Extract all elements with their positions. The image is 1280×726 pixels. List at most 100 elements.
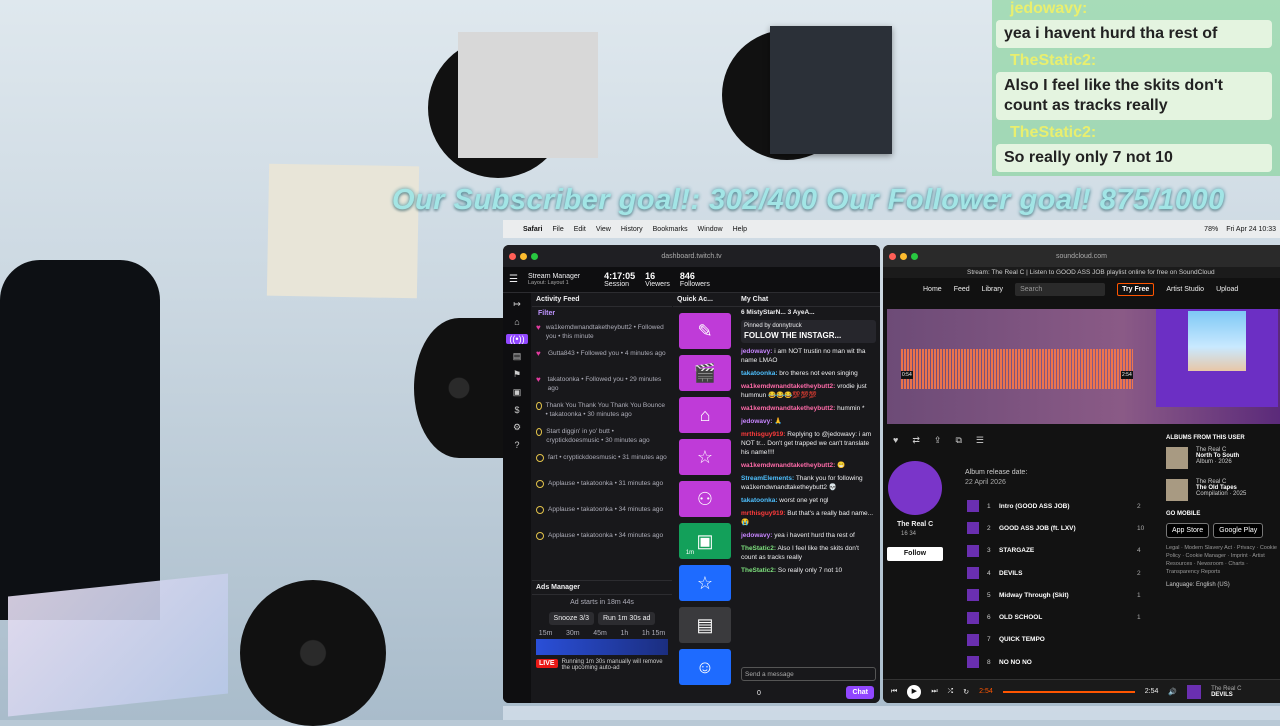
add-friend-quick-action[interactable]: ⚇ [679,481,731,517]
language[interactable]: Language: English (US) [1166,582,1280,588]
menu-item[interactable]: Bookmarks [653,226,688,233]
volume-icon[interactable]: 🔊 [1168,688,1177,696]
chat-username[interactable]: wa1kemdwnandtaketheybutt2: [741,383,835,390]
monetization-icon[interactable]: $ [514,405,519,415]
chat-message[interactable]: mrthisguy919: Replying to @jedowavy: i a… [737,428,880,459]
edit-quick-action[interactable]: ✎ [679,313,731,349]
track-title[interactable]: QUICK TEMPO [999,636,1137,643]
try-free-button[interactable]: Try Free [1117,282,1155,296]
google-play-button[interactable]: Google Play [1213,523,1264,538]
track-row[interactable]: 5 Midway Through (Skit) 1 [887,584,1157,606]
browser-tab[interactable]: Stream: The Real C | Listen to GOOD ASS … [883,267,1280,278]
content-icon[interactable]: ▣ [513,387,522,398]
chat-button[interactable]: Chat [846,686,874,699]
list-item[interactable]: Applause • takatoonka • 34 minutes ago [532,502,672,528]
list-item[interactable]: Start diggin' in yo' butt • cryptickdoes… [532,424,672,450]
settings-icon[interactable]: ⚙ [513,422,521,433]
chat-username[interactable]: TheStatic2: [741,567,776,574]
list-item[interactable]: Applause • takatoonka • 31 minutes ago [532,476,672,502]
chat-input[interactable]: Send a message [741,667,876,681]
list-item[interactable]: ♥ wa1kemdwnandtaketheybutt2 • Followed yo… [532,320,672,346]
track-title[interactable]: STARGAZE [999,547,1137,554]
chat-message[interactable]: jedowavy: 🙏 [737,415,880,428]
chat-message[interactable]: StreamElements: Thank you for following … [737,472,880,494]
album-item[interactable]: The Real C The Old Tapes Compilation · 202… [1166,479,1280,501]
track-row[interactable]: 3 STARGAZE 4 [887,540,1157,562]
star-quick-action[interactable]: ☆ [679,439,731,475]
chat-message[interactable]: mrthisguy919: But that's a really bad na… [737,507,880,529]
menu-icon[interactable]: ☰ [509,274,518,285]
menu-item[interactable]: Window [698,226,723,233]
chat-username[interactable]: mrthisguy919: [741,510,785,517]
track-title[interactable]: GOOD ASS JOB (ft. LXV) [999,525,1137,532]
repost-icon[interactable]: ⇄ [912,435,920,446]
chat-username[interactable]: takatoonka: [741,370,777,377]
chat-username[interactable]: jedowavy: [741,418,772,425]
nav-library[interactable]: Library [982,286,1003,293]
prev-icon[interactable]: ⏮ [891,688,897,696]
home-icon[interactable]: ⌂ [514,317,519,327]
chat-message[interactable]: wa1kemdwnandtaketheybutt2: vrodie just h… [737,380,880,402]
list-item[interactable]: fart • cryptickdoesmusic • 31 minutes ag… [532,450,672,476]
pinned-message[interactable]: Pinned by donnytruck FOLLOW THE INSTAGR..… [741,320,876,343]
filter-button[interactable]: Filter [532,307,672,320]
chat-username[interactable]: wa1kemdwnandtaketheybutt2: [741,462,835,469]
menu-item[interactable]: History [621,226,643,233]
menu-item[interactable]: Help [733,226,747,233]
list-item[interactable]: Applause • takatoonka • 34 minutes ago [532,528,672,554]
shuffle-icon[interactable]: ⤮ [948,688,954,696]
search-input[interactable]: Search [1015,282,1106,296]
star-quick-action[interactable]: ☆ [679,565,731,601]
track-row[interactable]: 8 NO NO NO [887,651,1157,673]
address-bar[interactable]: dashboard.twitch.tv [661,253,721,260]
list-item[interactable]: ♥ takatoonka • Followed you • 29 minutes … [532,372,672,398]
chat-message[interactable]: takatoonka: worst one yet ngl [737,494,880,507]
track-row[interactable]: 2 GOOD ASS JOB (ft. LXV) 10 [887,517,1157,539]
app-store-button[interactable]: App Store [1166,523,1210,538]
track-row[interactable]: 6 OLD SCHOOL 1 [887,606,1157,628]
track-title[interactable]: OLD SCHOOL [999,614,1137,621]
help-icon[interactable]: ? [514,440,519,450]
address-bar[interactable]: soundcloud.com [1056,253,1107,260]
analytics-icon[interactable]: ▤ [513,351,522,362]
community-icon[interactable]: ⚑ [513,369,521,380]
chat-tabs[interactable]: 6 MistyStarN... 3 AyeA... [737,307,880,318]
run-ad-button[interactable]: Run 1m 30s ad [597,612,656,625]
track-row[interactable]: 7 QUICK TEMPO [887,629,1157,651]
add-to-queue-icon[interactable]: ☰ [976,435,984,446]
now-playing-thumb[interactable] [1187,684,1202,699]
layout-label[interactable]: Layout: Layout 1 [528,280,580,286]
clock[interactable]: Fri Apr 24 10:33 [1226,226,1276,233]
list-quick-action[interactable]: ▤ [679,607,731,643]
track-row[interactable]: 1 Intro (GOOD ASS JOB) 2 [887,495,1157,517]
chat-username[interactable]: jedowavy: [741,348,772,355]
menu-item[interactable]: File [552,226,563,233]
smile-quick-action[interactable]: ☺ [679,649,731,685]
track-title[interactable]: Intro (GOOD ASS JOB) [999,503,1137,510]
chat-message[interactable]: jedowavy: i am NOT trustin no man wit th… [737,345,880,367]
ad-quick-action[interactable]: ▣ 1m [679,523,731,559]
play-icon[interactable]: ▶ [907,684,922,699]
battery-status[interactable]: 78% [1204,226,1218,233]
upload-link[interactable]: Upload [1216,286,1238,293]
chat-message[interactable]: takatoonka: bro theres not even singing [737,367,880,380]
snooze-button[interactable]: Snooze 3/3 [548,612,594,625]
nav-feed[interactable]: Feed [954,286,970,293]
chat-username[interactable]: StreamElements: [741,475,794,482]
waveform[interactable] [901,349,1133,389]
next-icon[interactable]: ⏭ [931,688,937,696]
repeat-icon[interactable]: ↻ [963,688,969,696]
list-item[interactable]: ♥ Gutta843 • Followed you • 4 minutes ago [532,346,672,372]
track-row[interactable]: 4 DEVILS 2 [887,562,1157,584]
chat-username[interactable]: jedowavy: [741,532,772,539]
album-item[interactable]: The Real C North To South Album · 2026 [1166,447,1280,469]
chat-username[interactable]: TheStatic2: [741,545,776,552]
menu-item[interactable]: View [596,226,611,233]
nav-home[interactable]: Home [923,286,942,293]
track-title[interactable]: NO NO NO [999,659,1137,666]
now-playing[interactable]: The Real C DEVILS [1211,686,1241,698]
clapper-quick-action[interactable]: 🎬 [679,355,731,391]
list-item[interactable]: Thank You Thank You Thank You Bounce • t… [532,398,672,424]
collapse-icon[interactable]: ↦ [513,299,521,310]
share-icon[interactable]: ⇪ [934,435,942,446]
